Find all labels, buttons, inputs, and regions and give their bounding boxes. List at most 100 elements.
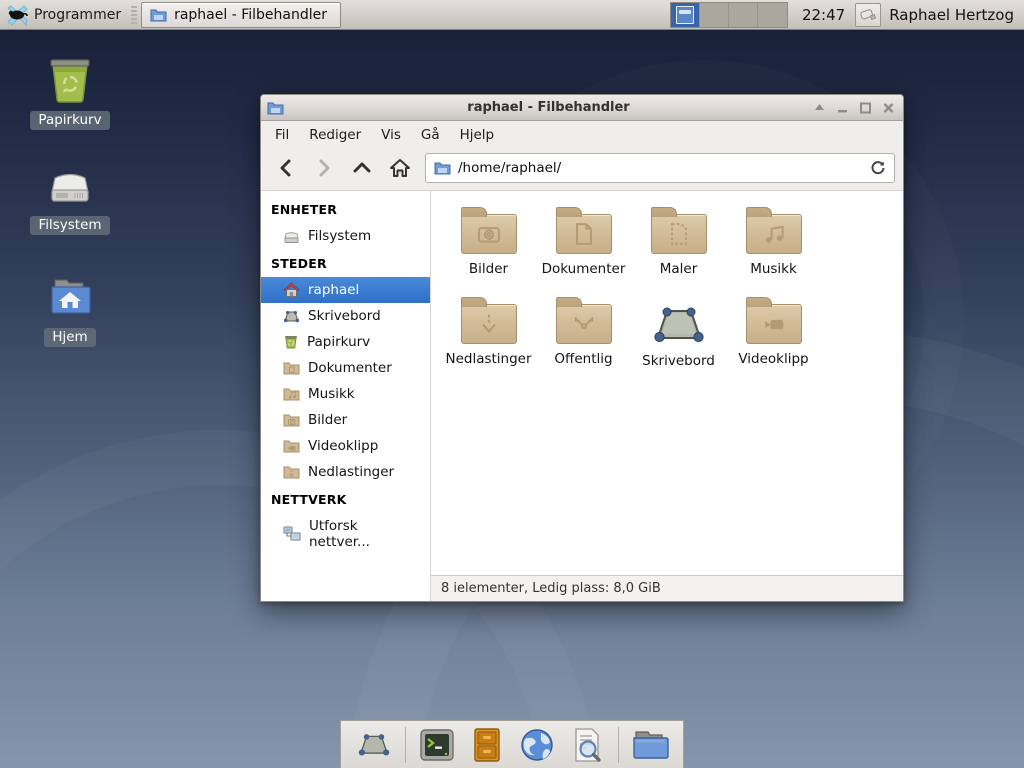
desktop-icon-trash[interactable]: Papirkurv [15, 55, 125, 130]
workspace-3[interactable] [729, 3, 758, 27]
file-manager-launcher[interactable] [631, 726, 669, 764]
sidebar-item-label: raphael [308, 282, 359, 298]
file-item-skrivebord[interactable]: Skrivebord [631, 295, 726, 369]
terminal-icon [419, 727, 455, 763]
sidebar-item-label: Filsystem [308, 228, 371, 244]
terminal-launcher[interactable] [418, 726, 456, 764]
file-item-videoklipp[interactable]: Videoklipp [726, 295, 821, 369]
home-icon [389, 158, 411, 178]
sidebar-item-nedlastinger[interactable]: Nedlastinger [261, 459, 430, 485]
desktop-icon-label: Papirkurv [30, 111, 109, 130]
workspace-4[interactable] [758, 3, 787, 27]
trash-icon [283, 334, 299, 350]
forward-button[interactable] [307, 153, 341, 183]
path-input[interactable]: /home/raphael/ [458, 160, 863, 176]
file-label: Maler [660, 261, 698, 277]
show-desktop-button[interactable] [355, 726, 393, 764]
file-label: Bilder [469, 261, 508, 277]
sidebar-header-devices: ENHETER [261, 195, 430, 223]
dock-separator [618, 727, 619, 763]
file-item-maler[interactable]: Maler [631, 205, 726, 277]
menu-go[interactable]: Gå [413, 124, 448, 146]
file-cabinet-icon [470, 727, 504, 763]
file-label: Dokumenter [542, 261, 626, 277]
sidebar-item-skrivebord[interactable]: Skrivebord [261, 303, 430, 329]
maximize-button[interactable] [859, 102, 872, 114]
user-menu[interactable]: Raphael Hertzog [889, 6, 1014, 24]
close-button[interactable] [882, 102, 895, 114]
network-icon [283, 526, 301, 542]
minimize-button[interactable] [836, 102, 849, 114]
window-title: raphael - Filbehandler [284, 100, 813, 115]
taskbar-window-label: raphael - Filbehandler [174, 7, 327, 23]
menubar: Fil Rediger Vis Gå Hjelp [261, 121, 903, 149]
workspace-switcher[interactable] [670, 2, 788, 28]
documents-folder-icon [556, 214, 612, 254]
menu-file[interactable]: Fil [267, 124, 297, 146]
desktop-icon-label: Filsystem [30, 216, 109, 235]
file-cabinet-launcher[interactable] [468, 726, 506, 764]
clock: 22:47 [802, 6, 845, 24]
back-button[interactable] [269, 153, 303, 183]
sidebar-item-label: Videoklipp [308, 438, 378, 454]
sidebar-item-label: Bilder [308, 412, 347, 428]
shade-button[interactable] [813, 102, 826, 114]
pictures-folder-icon [283, 413, 300, 427]
sidebar-item-musikk[interactable]: Musikk [261, 381, 430, 407]
up-button[interactable] [345, 153, 379, 183]
document-search-icon [570, 727, 604, 763]
folder-icon [150, 8, 167, 22]
sidebar-item-videoklipp[interactable]: Videoklipp [261, 433, 430, 459]
sidebar-header-network: NETTVERK [261, 485, 430, 513]
dock-panel [340, 720, 684, 768]
file-view[interactable]: Bilder Dokumenter [431, 191, 903, 601]
search-launcher[interactable] [568, 726, 606, 764]
taskbar-window-button[interactable]: raphael - Filbehandler [141, 2, 341, 28]
downloads-folder-icon [283, 465, 300, 479]
path-bar[interactable]: /home/raphael/ [425, 153, 895, 183]
folder-icon [434, 161, 451, 175]
downloads-folder-icon [461, 304, 517, 344]
file-item-dokumenter[interactable]: Dokumenter [536, 205, 631, 277]
sidebar-item-label: Dokumenter [308, 360, 392, 376]
menu-edit[interactable]: Rediger [301, 124, 369, 146]
sidebar-header-places: STEDER [261, 249, 430, 277]
panel-grip [131, 6, 137, 24]
toolbar: /home/raphael/ [261, 149, 903, 190]
sidebar-item-network[interactable]: Utforsk nettver... [261, 513, 430, 555]
file-manager-window: raphael - Filbehandler Fil Rediger Vis G… [260, 94, 904, 602]
file-label: Nedlastinger [445, 351, 531, 367]
file-item-bilder[interactable]: Bilder [441, 205, 536, 277]
public-folder-icon [556, 304, 612, 344]
home-icon [283, 282, 300, 298]
desktop-icon-home[interactable]: Hjem [15, 272, 125, 347]
window-titlebar[interactable]: raphael - Filbehandler [261, 95, 903, 121]
file-item-nedlastinger[interactable]: Nedlastinger [441, 295, 536, 369]
sidebar-item-raphael[interactable]: raphael [261, 277, 430, 303]
dock-separator [405, 727, 406, 763]
file-item-offentlig[interactable]: Offentlig [536, 295, 631, 369]
desktop-icon-filesystem[interactable]: Filsystem [15, 160, 125, 235]
file-item-musikk[interactable]: Musikk [726, 205, 821, 277]
sidebar-item-dokumenter[interactable]: Dokumenter [261, 355, 430, 381]
up-icon [352, 158, 372, 178]
music-folder-icon [283, 387, 300, 401]
file-label: Musikk [750, 261, 797, 277]
applications-menu[interactable]: Programmer [0, 0, 131, 29]
show-desktop-icon [356, 730, 392, 760]
tray-device-button[interactable] [855, 3, 881, 27]
web-browser-launcher[interactable] [518, 726, 556, 764]
workspace-1[interactable] [671, 3, 700, 27]
menu-view[interactable]: Vis [373, 124, 409, 146]
xfce-logo-icon [6, 4, 28, 26]
sidebar-item-filesystem[interactable]: Filsystem [261, 223, 430, 249]
home-button[interactable] [383, 153, 417, 183]
desktop-icon-label: Hjem [44, 328, 95, 347]
workspace-2[interactable] [700, 3, 729, 27]
menu-help[interactable]: Hjelp [452, 124, 503, 146]
reload-icon[interactable] [870, 160, 886, 176]
back-icon [276, 158, 296, 178]
sidebar-item-papirkurv[interactable]: Papirkurv [261, 329, 430, 355]
sidebar-item-bilder[interactable]: Bilder [261, 407, 430, 433]
desktop-icon [650, 304, 708, 346]
